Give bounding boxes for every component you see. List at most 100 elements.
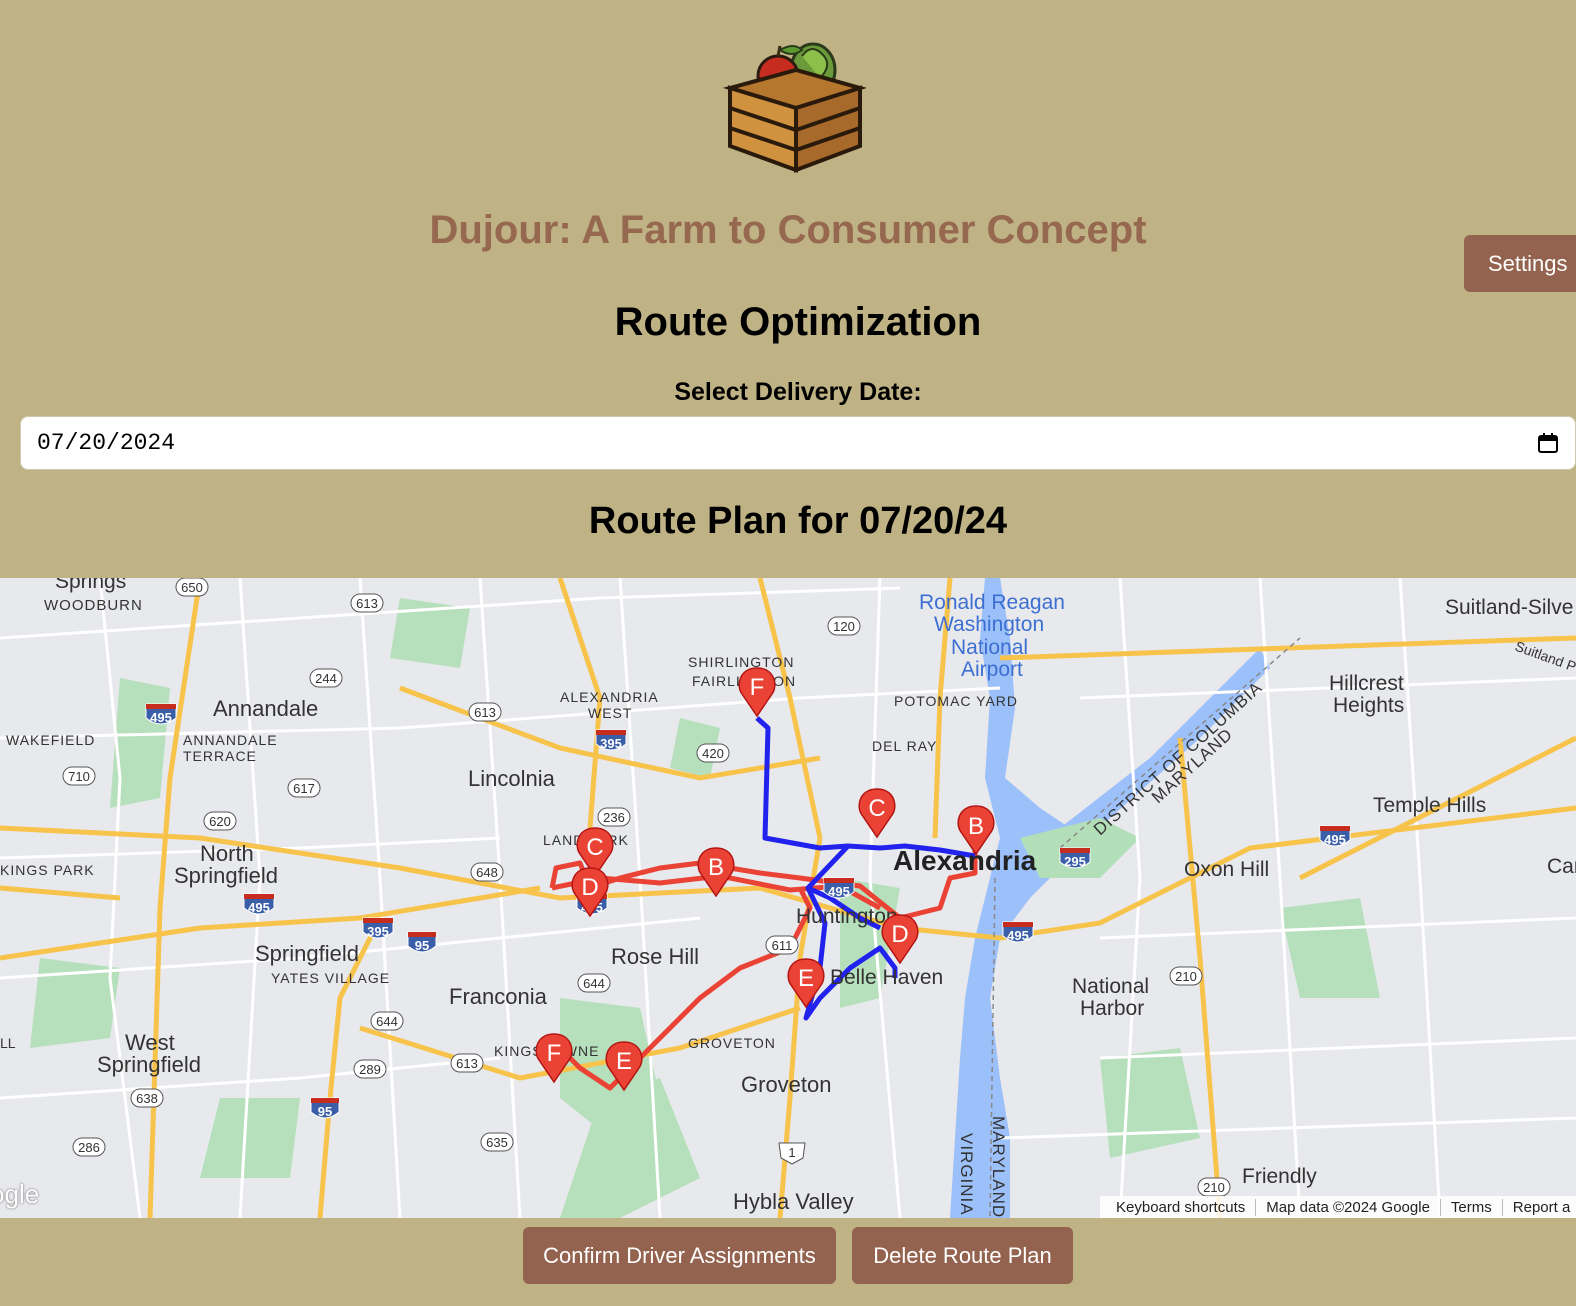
svg-text:C: C [586,834,603,861]
place-label: Annandale [213,696,318,721]
svg-text:617: 617 [293,781,315,796]
place-label: Suitland-Silve [1445,596,1573,619]
place-label: DEL RAY [872,738,937,754]
svg-text:236: 236 [603,810,625,825]
interstate-shield: 95 [407,931,437,953]
route-shield: 420 [696,743,730,763]
interstate-shield: 95 [310,1097,340,1119]
svg-text:710: 710 [68,769,90,784]
svg-text:611: 611 [772,938,793,953]
place-label: National [1072,975,1149,998]
place-label: KINGS PARK [0,862,95,878]
route-shield: 286 [72,1137,106,1157]
svg-text:95: 95 [415,938,429,953]
produce-crate-logo [722,42,866,173]
place-label: Oxon Hill [1184,858,1269,881]
route-shield: 236 [597,807,631,827]
svg-text:644: 644 [376,1014,398,1029]
svg-text:F: F [547,1040,562,1067]
route-shield: 120 [827,616,861,636]
svg-text:638: 638 [136,1091,158,1106]
delivery-date-input[interactable]: 07/20/2024 [20,416,1576,470]
marker-blue-f[interactable]: F [738,667,776,718]
svg-text:E: E [616,1048,632,1075]
keyboard-shortcuts-link[interactable]: Keyboard shortcuts [1106,1198,1257,1216]
terms-link[interactable]: Terms [1441,1198,1503,1216]
svg-text:613: 613 [356,596,378,611]
place-label: National [951,636,1028,659]
interstate-shield: 395 [595,729,627,751]
svg-text:495: 495 [150,710,172,725]
marker-blue-c[interactable]: C [858,788,896,839]
place-label: WOODBURN [44,597,143,614]
route-shield: 644 [370,1011,404,1031]
place-label: YATES VILLAGE [271,970,390,986]
svg-text:F: F [750,674,765,701]
place-label: Ronald Reagan [919,591,1065,614]
report-link[interactable]: Report a [1503,1199,1576,1216]
place-label: ANNANDALE [183,732,278,748]
app-title: Dujour: A Farm to Consumer Concept [429,208,1147,252]
route-shield: 635 [480,1132,514,1152]
map-canvas[interactable]: Springs WOODBURN Annandale ANNANDALE TER… [0,578,1576,1218]
interstate-shield: 495 [1002,921,1034,943]
route-shield: 644 [577,973,611,993]
place-label: TERRACE [183,748,257,764]
route-shield: 210 [1169,966,1203,986]
map-footer: Keyboard shortcuts Map data ©2024 Google… [1100,1196,1576,1218]
place-label: POTOMAC YARD [894,693,1018,709]
place-label: Groveton [741,1072,832,1097]
svg-text:495: 495 [828,884,850,899]
place-label: Airport [961,658,1023,681]
interstate-shield: 495 [1319,825,1351,847]
route-map[interactable]: Springs WOODBURN Annandale ANNANDALE TER… [0,578,1576,1218]
place-label: Lincolnia [468,766,556,791]
place-label: Huntington [796,905,898,928]
svg-text:420: 420 [702,746,724,761]
place-label: Springfield [255,941,359,966]
page-heading: Route Optimization [614,300,982,344]
svg-text:C: C [868,795,885,822]
calendar-icon[interactable] [1536,431,1560,455]
place-label: Hillcrest [1329,672,1404,695]
svg-text:613: 613 [474,705,496,720]
delete-route-plan-button[interactable]: Delete Route Plan [852,1227,1073,1284]
place-label: Rose Hill [611,944,699,969]
route-shield: 620 [203,811,237,831]
svg-text:650: 650 [181,580,203,595]
route-shield: 613 [450,1053,484,1073]
route-shield: 289 [353,1059,387,1079]
place-label: DISTRICT OF COLUMBIA [1090,678,1266,839]
place-label: Suitland P [1513,638,1576,675]
settings-button[interactable]: Settings [1464,235,1576,292]
place-label: Springfield [174,863,278,888]
svg-text:395: 395 [600,736,622,751]
svg-text:395: 395 [367,924,389,939]
svg-text:B: B [968,813,984,840]
place-label: Temple Hills [1373,794,1486,817]
place-label: Friendly [1242,1165,1317,1188]
route-shield: 611 [765,935,799,955]
place-label: SHIRLINGTON [688,654,794,670]
route-shield: 638 [130,1088,164,1108]
place-label: Belle Haven [830,966,943,989]
svg-text:613: 613 [456,1056,478,1071]
place-label: Heights [1333,694,1404,717]
svg-text:95: 95 [318,1104,332,1119]
place-label: Springfield [97,1052,201,1077]
interstate-shield: 495 [243,893,275,915]
place-label: WEST [588,705,632,721]
place-label: Harbor [1080,997,1144,1020]
delivery-date-label: Select Delivery Date: [674,378,922,406]
place-label: Hybla Valley [733,1189,854,1214]
confirm-driver-assignments-button[interactable]: Confirm Driver Assignments [523,1227,836,1284]
interstate-shield: 495 [823,877,855,899]
svg-text:210: 210 [1175,969,1197,984]
google-logo: ogle [0,1179,40,1209]
place-label: Washington [934,613,1044,636]
place-label: LL [0,1035,16,1051]
svg-text:120: 120 [833,619,855,634]
route-shield: 710 [62,766,96,786]
route-shield: 617 [287,778,321,798]
svg-text:B: B [708,854,724,881]
